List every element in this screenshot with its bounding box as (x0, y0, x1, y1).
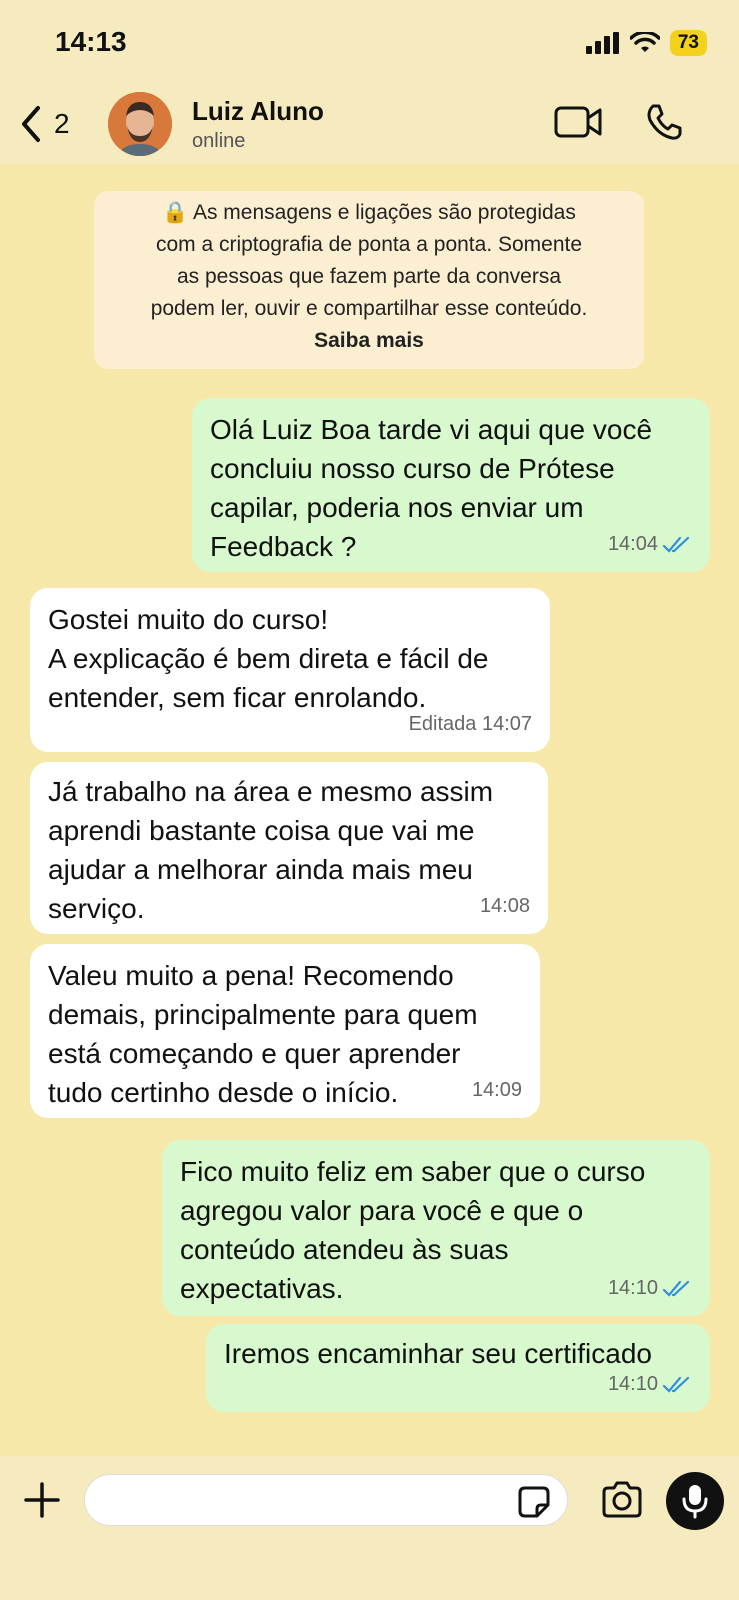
video-call-icon[interactable] (554, 104, 604, 140)
microphone-button[interactable] (666, 1472, 724, 1530)
chat-area[interactable]: 🔒 As mensagens e ligações são protegidas… (0, 164, 739, 1456)
message-time: 14:04 (607, 533, 658, 555)
contact-name[interactable]: Luiz Aluno (192, 96, 324, 127)
message-composer (0, 1456, 739, 1600)
back-button[interactable]: 2 (18, 104, 70, 144)
message-bubble-incoming[interactable]: Já trabalho na área e mesmo assim aprend… (30, 762, 548, 934)
message-time: 14:10 (607, 1373, 658, 1395)
message-text: Valeu muito a pena! Recomendo demais, pr… (48, 960, 478, 1108)
unread-count: 2 (54, 108, 70, 139)
message-time: 14:10 (607, 1277, 658, 1299)
message-time: 14:08 (479, 895, 530, 917)
message-bubble-outgoing[interactable]: Olá Luiz Boa tarde vi aqui que você conc… (192, 398, 710, 572)
plus-icon[interactable] (22, 1480, 62, 1520)
back-chevron-icon (22, 106, 40, 142)
message-meta: 14:08 (480, 887, 530, 926)
message-meta: 14:10 (608, 1365, 692, 1404)
contact-status: online (192, 130, 246, 152)
status-bar: 14:13 73 (0, 0, 739, 90)
double-check-icon (662, 536, 690, 553)
microphone-icon (682, 1485, 708, 1519)
message-time: Editada 14:07 (408, 713, 532, 735)
double-check-icon (662, 1376, 690, 1393)
double-check-icon (662, 1280, 690, 1297)
camera-icon[interactable] (600, 1480, 644, 1520)
message-meta: 14:10 (608, 1269, 692, 1308)
message-meta: Editada 14:07 (409, 705, 532, 744)
message-meta: 14:09 (472, 1071, 522, 1110)
phone-icon[interactable] (644, 102, 684, 142)
wifi-icon (629, 32, 660, 52)
encryption-notice-text: 🔒 As mensagens e ligações são protegidas… (150, 201, 588, 320)
avatar-image (108, 92, 172, 156)
message-text: Já trabalho na área e mesmo assim aprend… (48, 776, 494, 924)
message-bubble-outgoing[interactable]: Iremos encaminhar seu certificado 14:10 (206, 1324, 710, 1412)
avatar[interactable] (108, 92, 172, 156)
learn-more-link[interactable]: Saiba mais (94, 325, 644, 357)
message-text: Gostei muito do curso! A explicação é be… (48, 604, 489, 713)
battery-level: 73 (669, 30, 707, 56)
message-bubble-incoming[interactable]: Gostei muito do curso! A explicação é be… (30, 588, 550, 752)
chat-header: 2 Luiz Aluno online (0, 90, 739, 164)
message-bubble-outgoing[interactable]: Fico muito feliz em saber que o curso ag… (162, 1140, 710, 1316)
status-time: 14:13 (55, 26, 127, 57)
message-bubble-incoming[interactable]: Valeu muito a pena! Recomendo demais, pr… (30, 944, 540, 1118)
signal-icon (585, 32, 619, 54)
encryption-notice[interactable]: 🔒 As mensagens e ligações são protegidas… (94, 191, 644, 369)
status-icons: 73 (585, 30, 707, 56)
message-meta: 14:04 (608, 525, 692, 564)
message-time: 14:09 (471, 1079, 522, 1101)
message-input[interactable] (84, 1474, 568, 1526)
sticker-icon[interactable] (517, 1485, 551, 1519)
